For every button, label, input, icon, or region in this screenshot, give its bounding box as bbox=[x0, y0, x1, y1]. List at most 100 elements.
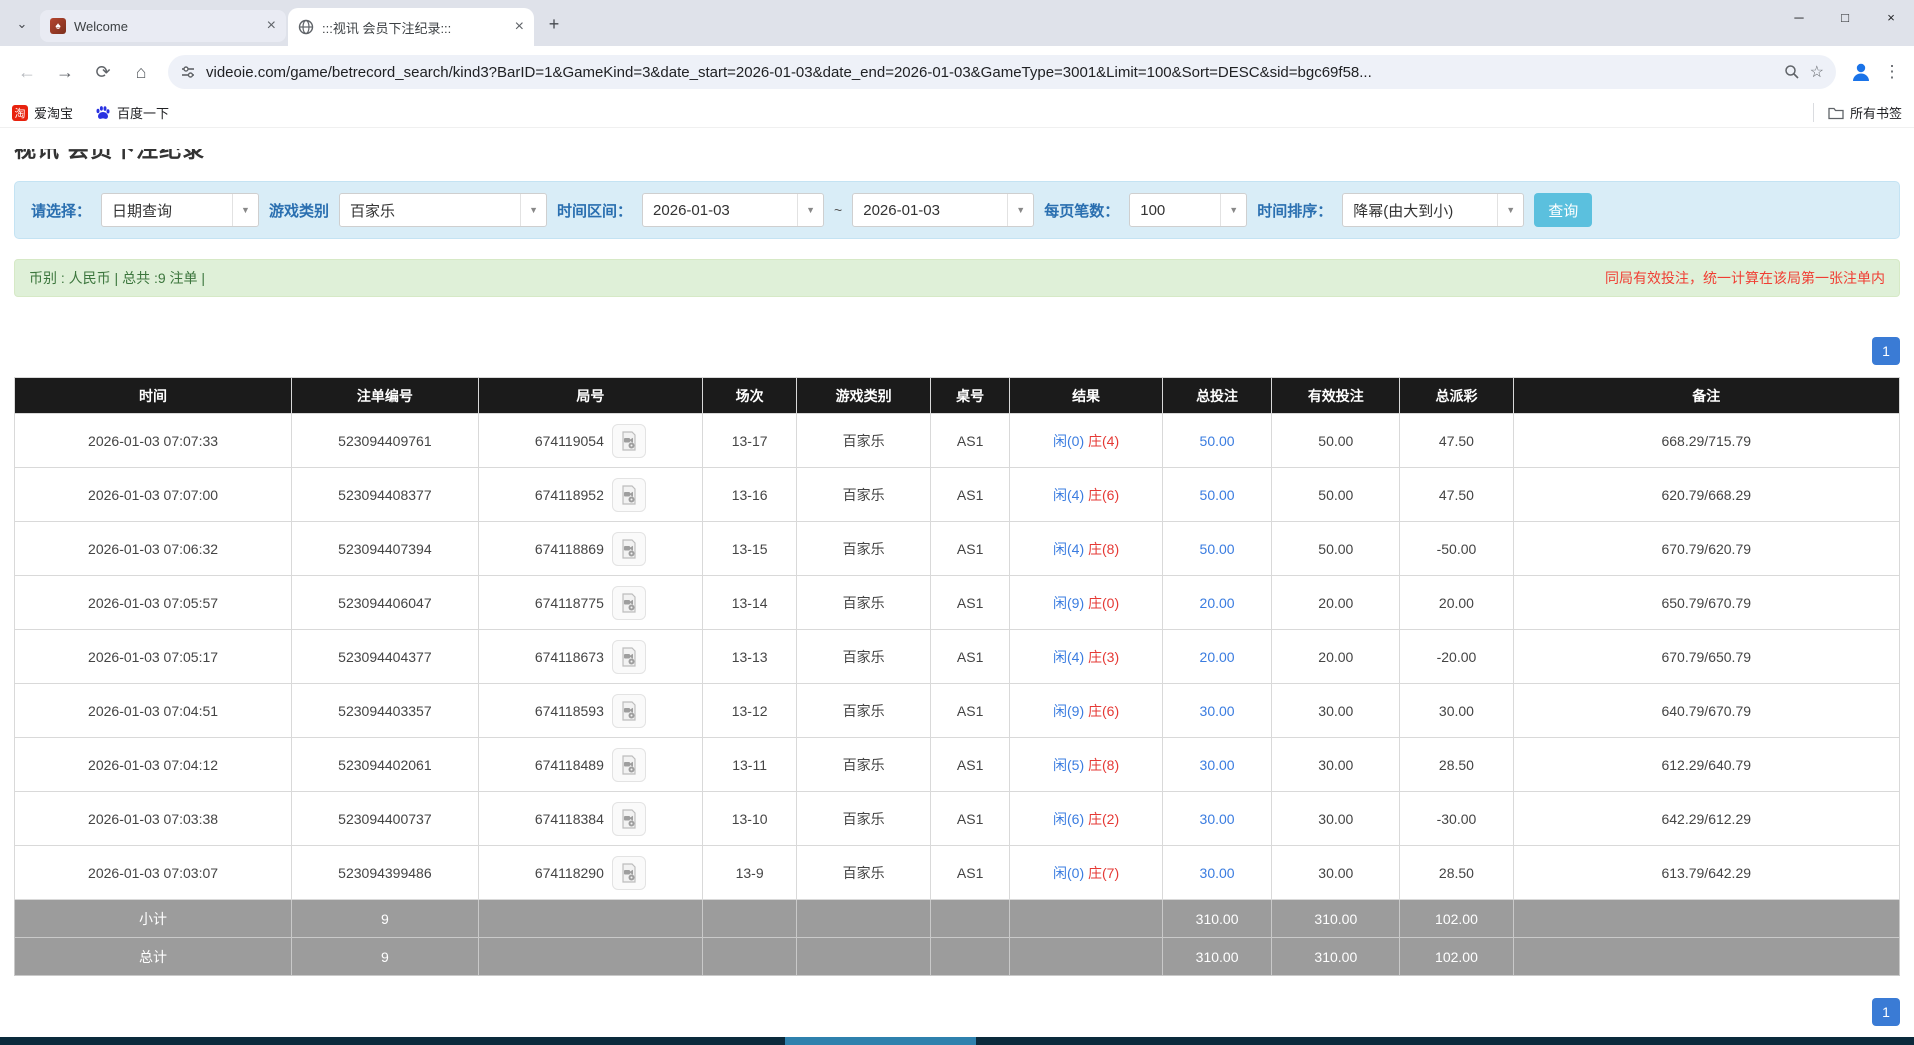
date-start-value: 2026-01-03 bbox=[643, 194, 793, 226]
sort-select[interactable]: 降幂(由大到小) ▼ bbox=[1342, 193, 1524, 227]
cell-valid-bet: 30.00 bbox=[1272, 738, 1400, 792]
total-bet-link[interactable]: 50.00 bbox=[1200, 541, 1235, 557]
bookmark-label: 百度一下 bbox=[117, 103, 169, 122]
total-total-bet: 310.00 bbox=[1162, 938, 1271, 976]
cell-note: 642.29/612.29 bbox=[1513, 792, 1900, 846]
cell-payout: -30.00 bbox=[1400, 792, 1513, 846]
back-icon[interactable]: ← bbox=[10, 55, 44, 89]
total-bet-link[interactable]: 20.00 bbox=[1200, 595, 1235, 611]
bookmark-taobao[interactable]: 淘 爱淘宝 bbox=[12, 103, 73, 122]
col-round-id: 局号 bbox=[478, 378, 702, 414]
tab-title: Welcome bbox=[74, 19, 259, 34]
video-replay-button[interactable] bbox=[612, 694, 646, 728]
site-settings-icon[interactable] bbox=[180, 64, 196, 80]
cell-bet-id: 523094406047 bbox=[292, 576, 479, 630]
cell-payout: 30.00 bbox=[1400, 684, 1513, 738]
game-kind-select[interactable]: 百家乐 ▼ bbox=[339, 193, 547, 227]
tab-close-icon[interactable]: × bbox=[267, 17, 276, 35]
cell-time: 2026-01-03 07:07:33 bbox=[15, 414, 292, 468]
cell-time: 2026-01-03 07:06:32 bbox=[15, 522, 292, 576]
bottom-scrollbar[interactable] bbox=[0, 1037, 1914, 1045]
query-type-select[interactable]: 日期查询 ▼ bbox=[101, 193, 259, 227]
video-replay-button[interactable] bbox=[612, 478, 646, 512]
chevron-down-icon[interactable]: ▼ bbox=[232, 194, 258, 226]
total-row: 总计 9 310.00 310.00 102.00 bbox=[15, 938, 1900, 976]
profile-avatar-icon[interactable] bbox=[1846, 57, 1876, 87]
cell-bet-id: 523094402061 bbox=[292, 738, 479, 792]
chevron-down-icon[interactable]: ▼ bbox=[520, 194, 546, 226]
bookmark-baidu[interactable]: 百度一下 bbox=[95, 103, 169, 122]
url-text[interactable]: videoie.com/game/betrecord_search/kind3?… bbox=[206, 64, 1774, 81]
total-bet-link[interactable]: 30.00 bbox=[1200, 703, 1235, 719]
chevron-down-icon[interactable]: ▼ bbox=[1007, 194, 1033, 226]
zoom-icon[interactable] bbox=[1784, 64, 1800, 80]
player-result: 闲(5) bbox=[1053, 757, 1084, 773]
cell-table-no: AS1 bbox=[931, 576, 1010, 630]
cell-session: 13-11 bbox=[703, 738, 797, 792]
video-replay-button[interactable] bbox=[612, 532, 646, 566]
video-replay-button[interactable] bbox=[612, 802, 646, 836]
video-replay-button[interactable] bbox=[612, 748, 646, 782]
tab-close-icon[interactable]: × bbox=[515, 18, 524, 36]
table-row: 2026-01-03 07:03:38 523094400737 6741183… bbox=[15, 792, 1900, 846]
minimize-button[interactable]: ─ bbox=[1776, 0, 1822, 34]
video-replay-button[interactable] bbox=[612, 640, 646, 674]
page-number-button[interactable]: 1 bbox=[1872, 998, 1900, 1026]
total-bet-link[interactable]: 30.00 bbox=[1200, 811, 1235, 827]
bookmark-label: 爱淘宝 bbox=[34, 103, 73, 122]
sort-value: 降幂(由大到小) bbox=[1343, 194, 1493, 226]
chevron-down-icon[interactable]: ▼ bbox=[1497, 194, 1523, 226]
cell-game-kind: 百家乐 bbox=[797, 738, 931, 792]
search-button[interactable]: 查询 bbox=[1534, 193, 1592, 227]
cell-result: 闲(0) 庄(4) bbox=[1010, 414, 1163, 468]
page-number-button[interactable]: 1 bbox=[1872, 337, 1900, 365]
chevron-down-icon[interactable]: ▼ bbox=[1220, 194, 1246, 226]
browser-menu-icon[interactable]: ⋮ bbox=[1880, 62, 1904, 82]
tab-search-button[interactable]: ⌄ bbox=[8, 10, 36, 38]
home-icon[interactable]: ⌂ bbox=[124, 55, 158, 89]
bookmark-star-icon[interactable]: ☆ bbox=[1810, 62, 1824, 82]
video-replay-button[interactable] bbox=[612, 586, 646, 620]
video-replay-button[interactable] bbox=[612, 856, 646, 890]
cell-session: 13-12 bbox=[703, 684, 797, 738]
cell-session: 13-16 bbox=[703, 468, 797, 522]
table-row: 2026-01-03 07:07:00 523094408377 6741189… bbox=[15, 468, 1900, 522]
tab-betrecord[interactable]: :::视讯 会员下注纪录::: × bbox=[288, 8, 534, 46]
cell-round-id: 674118489 bbox=[478, 738, 702, 792]
date-start-select[interactable]: 2026-01-03 ▼ bbox=[642, 193, 824, 227]
forward-icon[interactable]: → bbox=[48, 55, 82, 89]
cell-note: 650.79/670.79 bbox=[1513, 576, 1900, 630]
player-result: 闲(6) bbox=[1053, 811, 1084, 827]
address-bar[interactable]: videoie.com/game/betrecord_search/kind3?… bbox=[168, 55, 1836, 89]
cell-game-kind: 百家乐 bbox=[797, 576, 931, 630]
cell-total-bet: 30.00 bbox=[1162, 738, 1271, 792]
bet-record-table: 时间 注单编号 局号 场次 游戏类别 桌号 结果 总投注 有效投注 总派彩 备注… bbox=[14, 377, 1900, 976]
cell-bet-id: 523094404377 bbox=[292, 630, 479, 684]
chevron-down-icon[interactable]: ▼ bbox=[797, 194, 823, 226]
cell-valid-bet: 20.00 bbox=[1272, 576, 1400, 630]
total-bet-link[interactable]: 50.00 bbox=[1200, 433, 1235, 449]
globe-icon bbox=[298, 19, 314, 35]
currency-summary-text: 币别 : 人民币 | 总共 :9 注单 | bbox=[29, 268, 205, 288]
tab-welcome[interactable]: ♠ Welcome × bbox=[40, 10, 286, 42]
cell-bet-id: 523094403357 bbox=[292, 684, 479, 738]
per-page-select[interactable]: 100 ▼ bbox=[1129, 193, 1247, 227]
cell-total-bet: 30.00 bbox=[1162, 792, 1271, 846]
cell-session: 13-17 bbox=[703, 414, 797, 468]
total-bet-link[interactable]: 50.00 bbox=[1200, 487, 1235, 503]
scrollbar-thumb[interactable] bbox=[785, 1037, 976, 1045]
total-bet-link[interactable]: 30.00 bbox=[1200, 865, 1235, 881]
total-bet-link[interactable]: 20.00 bbox=[1200, 649, 1235, 665]
all-bookmarks-button[interactable]: 所有书签 bbox=[1813, 103, 1902, 122]
refresh-icon[interactable]: ⟳ bbox=[86, 55, 120, 89]
video-replay-button[interactable] bbox=[612, 424, 646, 458]
cell-note: 668.29/715.79 bbox=[1513, 414, 1900, 468]
cell-session: 13-13 bbox=[703, 630, 797, 684]
banker-result: 庄(6) bbox=[1088, 487, 1119, 503]
date-end-select[interactable]: 2026-01-03 ▼ bbox=[852, 193, 1034, 227]
maximize-button[interactable]: □ bbox=[1822, 0, 1868, 34]
new-tab-button[interactable]: + bbox=[540, 10, 568, 38]
total-bet-link[interactable]: 30.00 bbox=[1200, 757, 1235, 773]
page-title: 视讯 会员下注纪录 bbox=[14, 149, 1900, 165]
close-button[interactable]: × bbox=[1868, 0, 1914, 34]
